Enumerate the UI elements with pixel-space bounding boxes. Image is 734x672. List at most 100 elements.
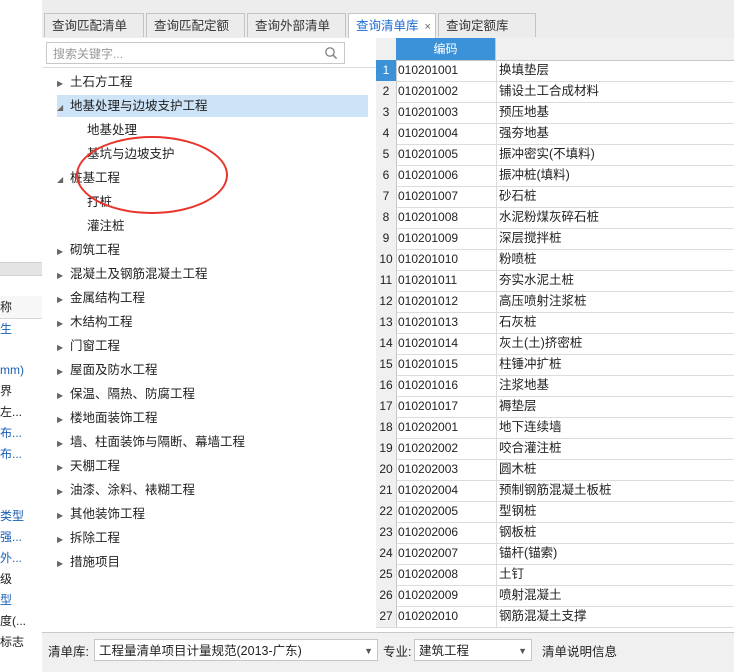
chevron-down-icon: ▼ [364,646,373,656]
tree-node-label: 金属结构工程 [70,291,146,305]
collapse-arrow-icon[interactable]: ◢ [57,97,67,119]
left-panel-item[interactable]: 外... [0,548,40,569]
table-row[interactable]: 24 010202007 锚杆(锚索) [376,543,734,565]
search-box[interactable] [46,42,345,64]
table-row[interactable]: 2 010201002 铺设土工合成材料 [376,81,734,103]
expand-arrow-icon[interactable]: ▶ [57,289,67,311]
expand-arrow-icon[interactable]: ▶ [57,313,67,335]
table-row[interactable]: 13 010201013 石灰桩 [376,312,734,334]
left-panel-item[interactable]: 标志 [0,632,40,653]
tree-node[interactable]: ▶ 保温、隔热、防腐工程 [57,383,195,405]
search-input[interactable] [51,44,325,64]
expand-arrow-icon[interactable]: ▶ [57,337,67,359]
tree-node[interactable]: ▶ 天棚工程 [57,455,120,477]
left-panel-item[interactable]: 强... [0,527,40,548]
tree-node[interactable]: ▶ 木结构工程 [57,311,133,333]
table-row[interactable]: 8 010201008 水泥粉煤灰碎石桩 [376,207,734,229]
expand-arrow-icon[interactable]: ▶ [57,433,67,455]
left-panel-item[interactable]: 类型 [0,506,40,527]
tree-node[interactable]: ▶ 墙、柱面装饰与隔断、幕墙工程 [57,431,245,453]
tree-node-label: 措施项目 [70,555,121,569]
tree-node[interactable]: ▶ 屋面及防水工程 [57,359,158,381]
table-row[interactable]: 6 010201006 振冲桩(填料) [376,165,734,187]
bill-info-button[interactable]: 清单说明信息 [542,642,617,662]
expand-arrow-icon[interactable]: ▶ [57,361,67,383]
tree-node[interactable]: 灌注桩 [87,215,125,237]
major-select-value: 建筑工程 [419,644,470,658]
tree-node[interactable]: ▶ 砌筑工程 [57,239,120,261]
tree-node[interactable]: ▶ 油漆、涂料、裱糊工程 [57,479,195,501]
expand-arrow-icon[interactable]: ▶ [57,457,67,479]
expand-arrow-icon[interactable]: ▶ [57,553,67,575]
tab-4[interactable]: 查询清单库 × [348,13,436,38]
cell-name: 换填垫层 [499,63,550,77]
left-panel-item[interactable]: 度(... [0,611,40,632]
major-select[interactable]: 建筑工程 ▼ [414,639,532,661]
table-row[interactable]: 3 010201003 预压地基 [376,102,734,124]
left-panel-item[interactable]: 左... [0,402,40,423]
column-header-name[interactable] [496,38,734,60]
table-row[interactable]: 16 010201016 注浆地基 [376,375,734,397]
row-number: 23 [376,522,397,543]
table-row[interactable]: 5 010201005 振冲密实(不填料) [376,144,734,166]
table-row[interactable]: 18 010202001 地下连续墙 [376,417,734,439]
expand-arrow-icon[interactable]: ▶ [57,241,67,263]
expand-arrow-icon[interactable]: ▶ [57,409,67,431]
expand-arrow-icon[interactable]: ▶ [57,385,67,407]
tree-node[interactable]: 地基处理 [87,119,137,141]
table-row[interactable]: 1 010201001 换填垫层 [376,60,734,82]
table-row[interactable]: 4 010201004 强夯地基 [376,123,734,145]
expand-arrow-icon[interactable]: ▶ [57,529,67,551]
close-icon[interactable]: × [425,21,431,33]
tree-node[interactable]: ▶ 措施项目 [57,551,120,573]
table-row[interactable]: 9 010201009 深层搅拌桩 [376,228,734,250]
left-panel-item[interactable]: mm) [0,360,40,381]
tree-node[interactable]: ◢ 地基处理与边坡支护工程 [57,95,368,117]
tree-node[interactable]: ▶ 其他装饰工程 [57,503,145,525]
table-row[interactable]: 19 010202002 咬合灌注桩 [376,438,734,460]
left-panel-item[interactable]: 称 [0,297,40,318]
table-row[interactable]: 23 010202006 钢板桩 [376,522,734,544]
tree-node[interactable]: 基坑与边坡支护 [87,143,175,165]
tree-node[interactable]: ▶ 门窗工程 [57,335,120,357]
table-row[interactable]: 17 010201017 褥垫层 [376,396,734,418]
table-row[interactable]: 14 010201014 灰土(土)挤密桩 [376,333,734,355]
table-row[interactable]: 21 010202004 预制钢筋混凝土板桩 [376,480,734,502]
tree-node[interactable]: ◢ 桩基工程 [57,167,120,189]
left-panel-item[interactable]: 级 [0,569,40,590]
table-row[interactable]: 26 010202009 喷射混凝土 [376,585,734,607]
tree-node[interactable]: ▶ 拆除工程 [57,527,120,549]
table-row[interactable]: 10 010201010 粉喷桩 [376,249,734,271]
left-panel-item[interactable]: 界 [0,381,40,402]
search-icon[interactable] [324,46,338,60]
table-row[interactable]: 12 010201012 高压喷射注浆桩 [376,291,734,313]
left-panel-divider [0,262,42,276]
tab-5[interactable]: 查询定额库 [438,13,536,37]
left-panel-item[interactable]: 布... [0,423,40,444]
tab-1[interactable]: 查询匹配清单 [44,13,144,37]
expand-arrow-icon[interactable]: ▶ [57,73,67,95]
library-select[interactable]: 工程量清单项目计量规范(2013-广东) ▼ [94,639,378,661]
tab-2[interactable]: 查询匹配定额 [146,13,245,37]
tree-node[interactable]: ▶ 楼地面装饰工程 [57,407,158,429]
left-panel-item[interactable]: 型 [0,590,40,611]
left-panel-item[interactable]: 生 [0,319,40,340]
table-row[interactable]: 7 010201007 砂石桩 [376,186,734,208]
expand-arrow-icon[interactable]: ▶ [57,505,67,527]
table-row[interactable]: 15 010201015 柱锤冲扩桩 [376,354,734,376]
table-row[interactable]: 27 010202010 钢筋混凝土支撑 [376,606,734,628]
expand-arrow-icon[interactable]: ▶ [57,481,67,503]
column-header-code[interactable]: 编码 [396,38,496,60]
table-row[interactable]: 25 010202008 土钉 [376,564,734,586]
collapse-arrow-icon[interactable]: ◢ [57,169,67,191]
left-panel-item[interactable]: 布... [0,444,40,465]
tree-node[interactable]: ▶ 金属结构工程 [57,287,145,309]
expand-arrow-icon[interactable]: ▶ [57,265,67,287]
tree-node[interactable]: ▶ 混凝土及钢筋混凝土工程 [57,263,208,285]
table-row[interactable]: 22 010202005 型钢桩 [376,501,734,523]
tree-node[interactable]: ▶ 土石方工程 [57,71,133,93]
tab-3[interactable]: 查询外部清单 [247,13,346,37]
table-row[interactable]: 20 010202003 圆木桩 [376,459,734,481]
table-row[interactable]: 11 010201011 夯实水泥土桩 [376,270,734,292]
tree-node[interactable]: 打桩 [87,191,112,213]
